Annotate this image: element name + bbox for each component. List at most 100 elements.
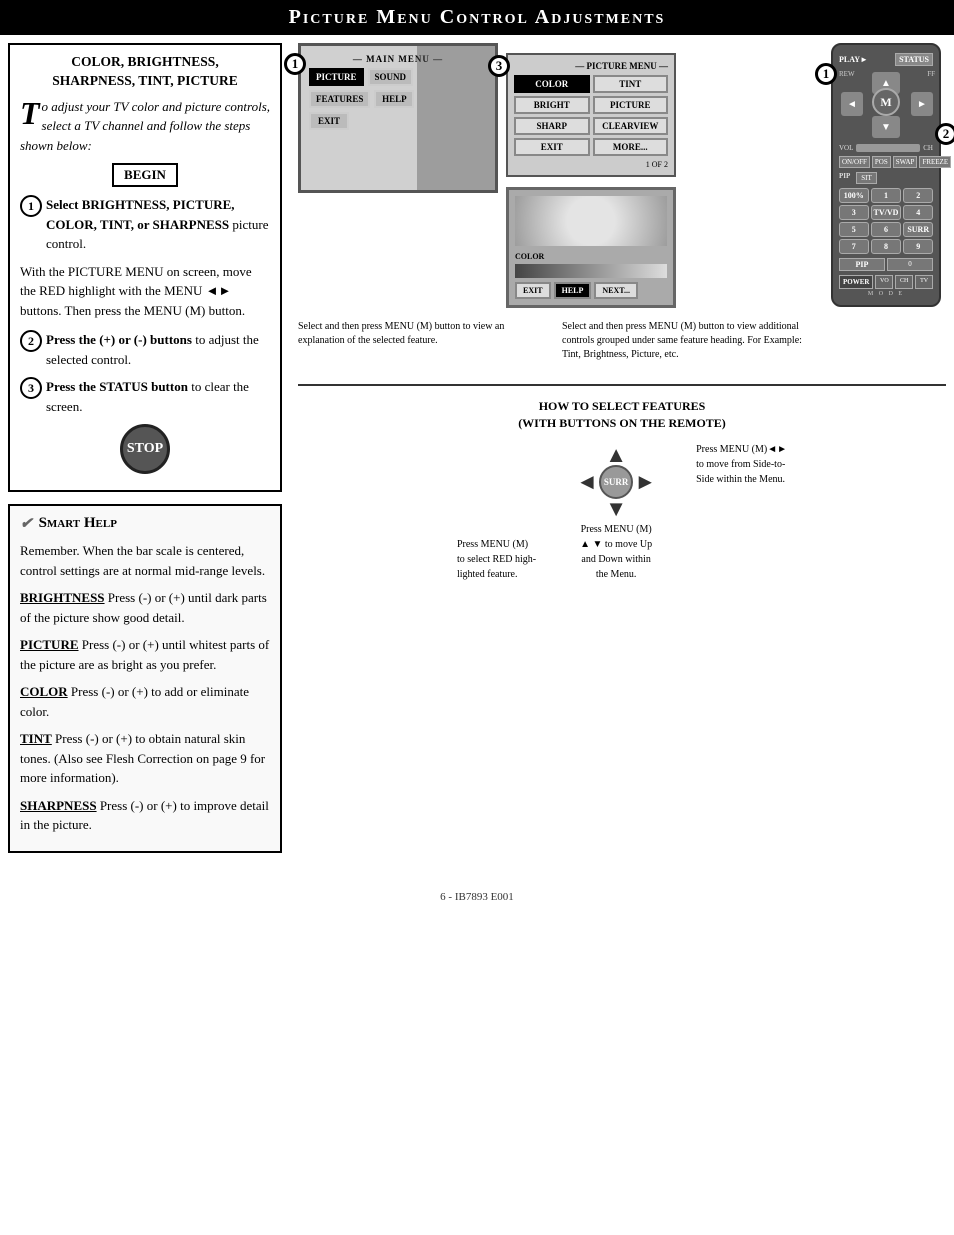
num-1: 1 (871, 188, 902, 203)
page-title: Picture Menu Control Adjustments (0, 0, 954, 35)
bottom-caption-left: Press MENU (M) to select RED high- light… (457, 537, 536, 582)
help-tint: TINT Press (-) or (+) to obtain natural … (20, 729, 270, 788)
num-5: 5 (839, 222, 869, 237)
pic-bright-btn: BRIGHT (514, 96, 590, 114)
step-3-circle: 3 (488, 55, 510, 77)
num-100: 100% (839, 188, 869, 203)
pic-more-btn: MORE... (593, 138, 669, 156)
right-btn: ► (911, 92, 933, 116)
arrow-up-icon: ▲ (605, 442, 627, 468)
instruction-box-title: COLOR, BRIGHTNESS, SHARPNESS, TINT, PICT… (20, 53, 270, 91)
instruction-intro-text: o adjust your TV color and picture contr… (20, 99, 270, 153)
color-next-btn: NEXT... (594, 282, 638, 299)
color-adjust-screen: COLOR EXIT HELP NEXT... (506, 187, 676, 308)
ff-label: FF (927, 70, 935, 78)
slash-decoration: ✔ (20, 514, 33, 533)
remote-pip-row: ON/OFF POS SWAP FREEZE (839, 156, 933, 168)
instruction-box: COLOR, BRIGHTNESS, SHARPNESS, TINT, PICT… (8, 43, 282, 492)
section-divider (298, 384, 946, 386)
remote-control: PLAY► STATUS ▲ ▼ ◄ ► (831, 43, 941, 307)
large-T-decoration: T (20, 99, 40, 128)
smart-help-intro: Remember. When the bar scale is centered… (20, 541, 270, 580)
on-off-btn: ON/OFF (839, 156, 870, 168)
arrow-down-icon: ▼ (605, 496, 627, 522)
caption-left: Select and then press MENU (M) button to… (298, 320, 552, 362)
arrow-cross: ▲ ▼ ◄ ► SURR (576, 442, 656, 522)
remote-numpad: 100% 1 2 3 TV/VD 4 5 6 SURR 7 8 9 (839, 188, 933, 254)
center-circle: SURR (599, 465, 633, 499)
step-1-text: Select BRIGHTNESS, PICTURE, COLOR, TINT,… (46, 195, 270, 254)
picture-btn: PICTURE (309, 68, 364, 86)
left-btn: ◄ (841, 92, 863, 116)
arrow-right-icon: ► (634, 469, 656, 495)
picture-menu-note: With the PICTURE MENU on screen, move th… (20, 262, 270, 321)
play-button: PLAY► (839, 55, 868, 64)
menu-row-2: FEATURES HELP (309, 90, 487, 108)
picture-menu-panel-title: — PICTURE MENU — (514, 61, 668, 71)
step-2-row: 2 Press the (+) or (-) buttons to adjust… (20, 330, 270, 369)
step-2-number: 2 (20, 330, 42, 352)
vo-btn: VO (875, 275, 893, 289)
color-slider (515, 264, 667, 278)
bottom-caption-center: Press MENU (M) ▲ ▼ to move Up and Down w… (580, 522, 652, 582)
page-footer: 6 - IB7893 E001 (0, 891, 954, 903)
pic-exit-btn: EXIT (514, 138, 590, 156)
num-2: 2 (903, 188, 933, 203)
pic-menu-grid: COLOR TINT BRIGHT PICTURE SHARP CLEARVIE… (514, 75, 668, 156)
help-sharpness: SHARPNESS Press (-) or (+) to improve de… (20, 796, 270, 835)
pip-text: PIP (839, 172, 850, 184)
num-9: 9 (903, 239, 933, 254)
pos-btn: POS (872, 156, 891, 168)
stop-button: STOP (120, 424, 170, 474)
right-column: 1 — MAIN MENU — PICTURE SOUND FEATURES H… (290, 35, 954, 871)
pic-sharp-btn: SHARP (514, 117, 590, 135)
mode-label: M O D E (839, 291, 933, 297)
right-panels: 3 — PICTURE MENU — COLOR TINT BRIGHT PIC… (506, 53, 676, 308)
illustration-area: 1 — MAIN MENU — PICTURE SOUND FEATURES H… (298, 43, 946, 362)
step-3-number: 3 (20, 377, 42, 399)
tv-container: 1 — MAIN MENU — PICTURE SOUND FEATURES H… (298, 43, 816, 362)
pic-menu-footer: 1 OF 2 (514, 160, 668, 169)
pic-clearview-btn: CLEARVIEW (593, 117, 669, 135)
num-3: 3 (839, 205, 869, 220)
caption-area: Select and then press MENU (M) button to… (298, 320, 816, 362)
rew-label: REW (839, 70, 855, 78)
power-btn: POWER (839, 275, 873, 289)
bottom-title: HOW TO SELECT FEATURES (WITH BUTTONS ON … (306, 398, 938, 432)
main-menu-label: — MAIN MENU — (309, 54, 487, 64)
num-7: 7 (839, 239, 869, 254)
color-preview (515, 196, 667, 246)
remote-top-row: PLAY► STATUS (839, 53, 933, 66)
remote-direction-area: ▲ ▼ ◄ ► M REW FF (839, 70, 935, 140)
exit-btn: EXIT (309, 112, 349, 130)
smart-help-title: ✔ Smart Help (20, 514, 270, 533)
step-3-row: 3 Press the STATUS button to clear the s… (20, 377, 270, 416)
smart-row: PIP 0 (839, 258, 933, 271)
color-panel-buttons: EXIT HELP NEXT... (515, 282, 667, 299)
picture-menu-panel: — PICTURE MENU — COLOR TINT BRIGHT PICTU… (506, 53, 676, 177)
m-button: M (872, 88, 900, 116)
menu-row-1: PICTURE SOUND (309, 68, 487, 86)
freeze-btn: FREEZE (919, 156, 951, 168)
pic-tint-btn: TINT (593, 75, 669, 93)
smart-btn: PIP (839, 258, 885, 271)
help-picture: PICTURE Press (-) or (+) until whitest p… (20, 635, 270, 674)
sound-btn: SOUND (368, 68, 414, 86)
color-exit-btn: EXIT (515, 282, 551, 299)
num-4: 4 (903, 205, 933, 220)
ch-label: CH (923, 144, 933, 152)
remote-container: 2 1 PLAY► STATUS (826, 43, 946, 307)
sit-btn: SIT (856, 172, 877, 184)
num-8: 8 (871, 239, 902, 254)
features-btn: FEATURES (309, 90, 370, 108)
step-3-text: Press the STATUS button to clear the scr… (46, 377, 270, 416)
smart-help-box: ✔ Smart Help Remember. When the bar scal… (8, 504, 282, 853)
arrow-diagram: ▲ ▼ ◄ ► SURR Press MENU (M) ▲ ▼ to move … (576, 442, 656, 582)
tv-btn: TV (915, 275, 933, 289)
remote-vol-row: VOL CH (839, 144, 933, 152)
pic-color-btn: COLOR (514, 75, 590, 93)
step-2-text: Press the (+) or (-) buttons to adjust t… (46, 330, 270, 369)
arrow-left-icon: ◄ (576, 469, 598, 495)
vol-bar (856, 144, 920, 152)
step-1-row: 1 Select BRIGHTNESS, PICTURE, COLOR, TIN… (20, 195, 270, 254)
